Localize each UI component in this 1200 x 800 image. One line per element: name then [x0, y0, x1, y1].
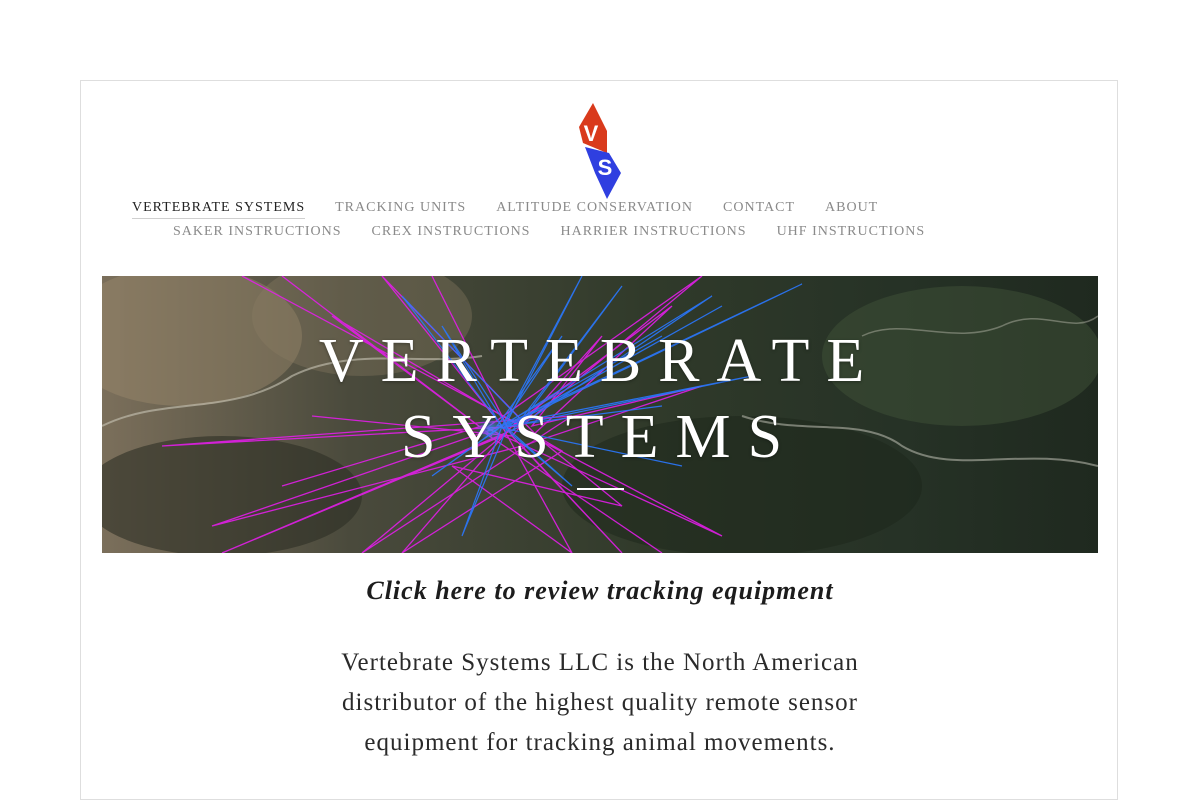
- logo-letter-v: V: [584, 121, 599, 146]
- nav-harrier-instructions[interactable]: HARRIER INSTRUCTIONS: [560, 223, 746, 241]
- review-equipment-link[interactable]: Click here to review tracking equipment: [81, 576, 1119, 606]
- nav-contact[interactable]: CONTACT: [723, 199, 795, 217]
- intro-paragraph: Vertebrate Systems LLC is the North Amer…: [341, 649, 859, 756]
- nav-vertebrate-systems[interactable]: VERTEBRATE SYSTEMS: [132, 199, 306, 219]
- nav-row-secondary: SAKER INSTRUCTIONS CREX INSTRUCTIONS HAR…: [121, 223, 981, 247]
- hero-title-line-1: VERTEBRATE: [318, 327, 882, 395]
- hero-title: VERTEBRATE SYSTEMS: [102, 323, 1098, 475]
- nav-tracking-units[interactable]: TRACKING UNITS: [335, 199, 466, 217]
- nav-crex-instructions[interactable]: CREX INSTRUCTIONS: [372, 223, 531, 241]
- vs-logo[interactable]: V S: [577, 103, 625, 199]
- nav-saker-instructions[interactable]: SAKER INSTRUCTIONS: [173, 223, 342, 241]
- logo-letter-s: S: [598, 155, 613, 180]
- nav-about[interactable]: ABOUT: [825, 199, 878, 217]
- hero-title-line-2: SYSTEMS: [400, 403, 800, 471]
- nav-uhf-instructions[interactable]: UHF INSTRUCTIONS: [777, 223, 926, 241]
- main-nav: VERTEBRATE SYSTEMS TRACKING UNITS ALTITU…: [121, 199, 981, 247]
- hero-divider: [577, 488, 624, 490]
- nav-row-primary: VERTEBRATE SYSTEMS TRACKING UNITS ALTITU…: [121, 199, 981, 223]
- nav-altitude-conservation[interactable]: ALTITUDE CONSERVATION: [496, 199, 693, 217]
- page-frame: V S VERTEBRATE SYSTEMS TRACKING UNITS AL…: [80, 80, 1118, 800]
- hero-banner: VERTEBRATE SYSTEMS: [102, 276, 1098, 553]
